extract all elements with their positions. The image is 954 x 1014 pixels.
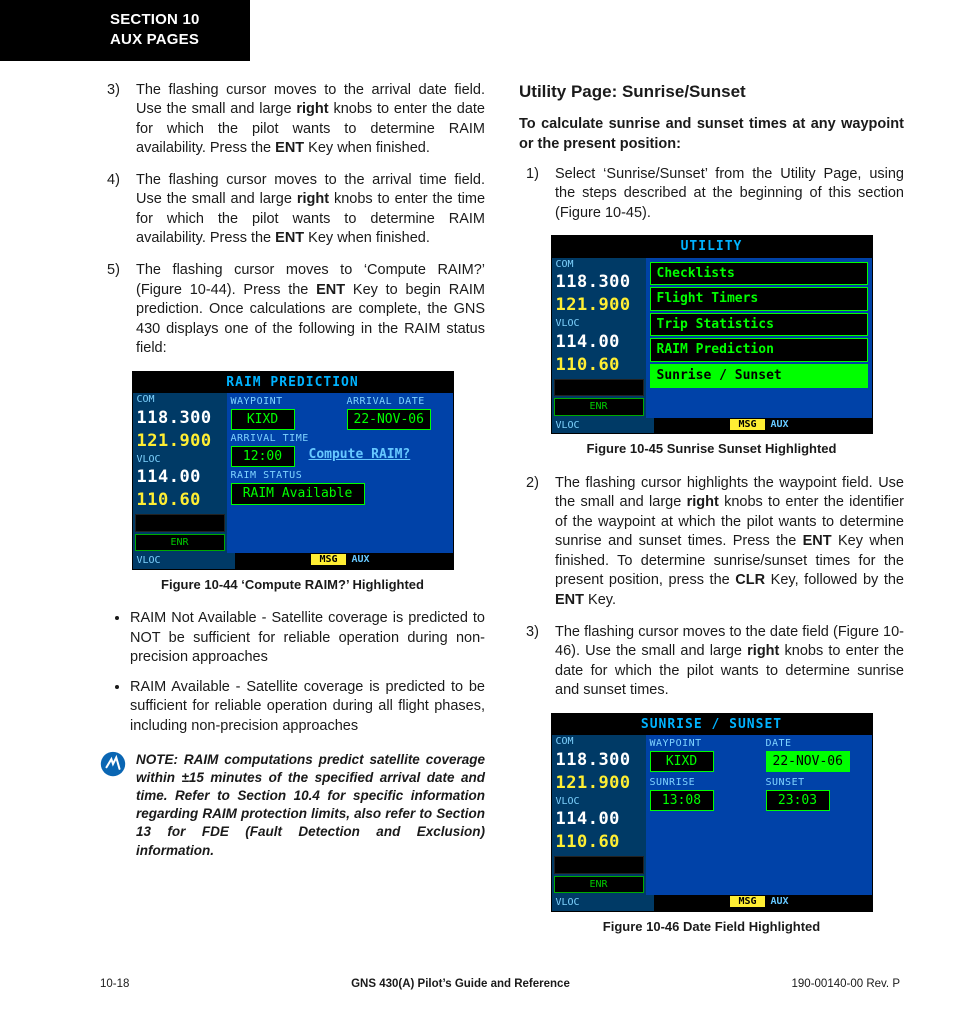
note-row: NOTE: RAIM computations predict satellit…: [100, 751, 485, 860]
section-line2: AUX PAGES: [110, 30, 232, 50]
device-title: SUNRISE / SUNSET: [552, 714, 872, 736]
left-column: The flashing cursor moves to the arrival…: [100, 81, 485, 952]
page-number: 10-18: [100, 977, 129, 993]
device-title: RAIM PREDICTION: [133, 372, 453, 394]
section-header: SECTION 10 AUX PAGES: [0, 0, 250, 61]
fig44-caption: Figure 10-44 ‘Compute RAIM?’ Highlighted: [100, 576, 485, 594]
freq-column: COM 118.300 121.900 VLOC 114.00 110.60 E…: [133, 393, 227, 553]
right-column: Utility Page: Sunrise/Sunset To calculat…: [519, 81, 904, 952]
note-icon: [100, 751, 126, 784]
utility-item: Flight Timers: [650, 287, 868, 311]
figure-10-44: RAIM PREDICTION COM 118.300 121.900 VLOC…: [132, 371, 454, 570]
main-column: WAYPOINT KIXD ARRIVAL DATE 22-NOV-06 ARR…: [227, 393, 453, 553]
right-steps-a: Select ‘Sunrise/Sunset’ from the Utility…: [519, 165, 904, 224]
step-item: The flashing cursor moves to the date fi…: [547, 623, 904, 701]
doc-title: GNS 430(A) Pilot’s Guide and Reference: [351, 977, 570, 993]
left-bullets: RAIM Not Available - Satellite coverage …: [110, 609, 485, 736]
bullet-item: RAIM Available - Satellite coverage is p…: [130, 678, 485, 737]
fig45-caption: Figure 10-45 Sunrise Sunset Highlighted: [519, 440, 904, 458]
step-item: Select ‘Sunrise/Sunset’ from the Utility…: [547, 165, 904, 224]
note-text: NOTE: RAIM computations predict satellit…: [136, 751, 485, 860]
figure-10-45: UTILITY COM 118.300 121.900 VLOC 114.00 …: [551, 235, 873, 434]
utility-item: RAIM Prediction: [650, 338, 868, 362]
doc-rev: 190-00140-00 Rev. P: [792, 977, 900, 993]
device-title: UTILITY: [552, 236, 872, 258]
subheading: Utility Page: Sunrise/Sunset: [519, 81, 904, 104]
step-item: The flashing cursor highlights the waypo…: [547, 474, 904, 611]
utility-item: Checklists: [650, 262, 868, 286]
fig46-caption: Figure 10-46 Date Field Highlighted: [519, 918, 904, 936]
step-item: The flashing cursor moves to the arrival…: [128, 171, 485, 249]
left-steps: The flashing cursor moves to the arrival…: [100, 81, 485, 359]
right-steps-b: The flashing cursor highlights the waypo…: [519, 474, 904, 701]
footer: 10-18 GNS 430(A) Pilot’s Guide and Refer…: [0, 951, 954, 1009]
utility-item: Trip Statistics: [650, 313, 868, 337]
step-item: The flashing cursor moves to ‘Compute RA…: [128, 261, 485, 359]
lead-in: To calculate sunrise and sunset times at…: [519, 115, 904, 154]
figure-10-46: SUNRISE / SUNSET COM 118.300 121.900 VLO…: [551, 713, 873, 912]
bullet-item: RAIM Not Available - Satellite coverage …: [130, 609, 485, 668]
step-item: The flashing cursor moves to the arrival…: [128, 81, 485, 159]
utility-item: Sunrise / Sunset: [650, 364, 868, 388]
section-line1: SECTION 10: [110, 10, 232, 30]
